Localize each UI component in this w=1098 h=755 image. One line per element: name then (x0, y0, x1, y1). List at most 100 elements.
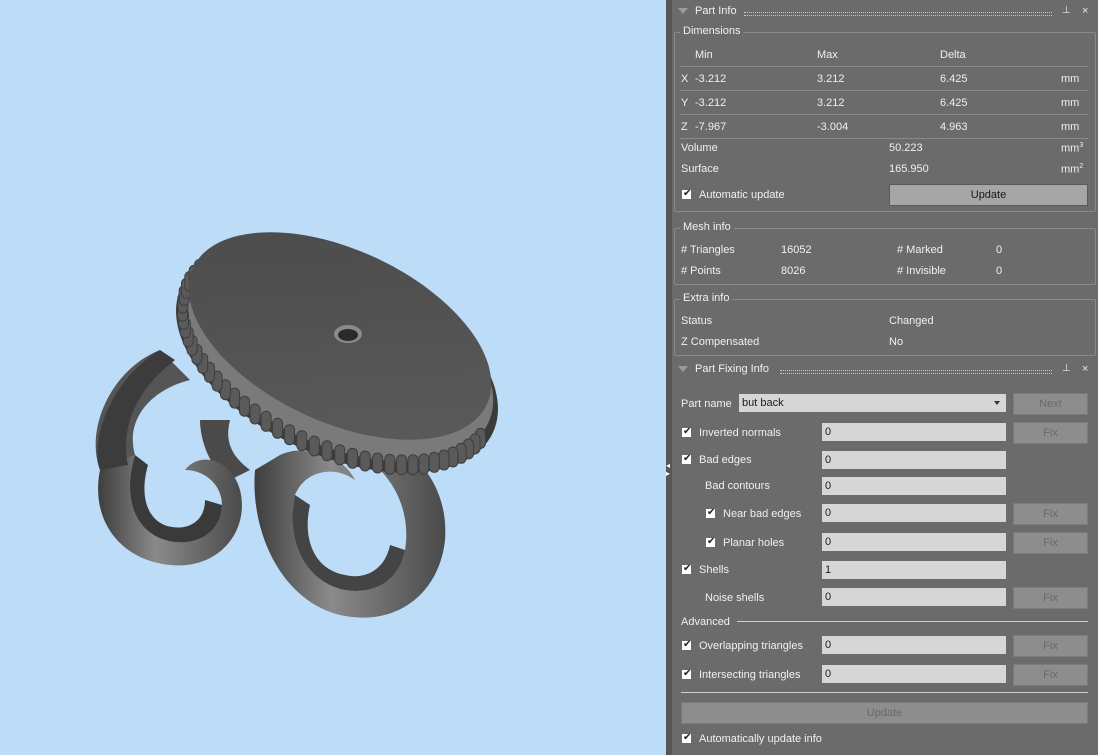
part-fixing-titlebar[interactable]: Part Fixing Info ⊥ × (672, 360, 1098, 380)
knurl-ridge (438, 449, 450, 471)
automatically-update-info-label: Automatically update info (699, 733, 822, 745)
z-unit: mm (1061, 121, 1080, 133)
update-button[interactable]: Update (889, 184, 1088, 206)
status-value: Changed (889, 315, 934, 327)
pin-icon[interactable]: ⊥ (1062, 5, 1072, 17)
bad-edges-field[interactable]: 0 (822, 451, 1006, 469)
planar-holes-field[interactable]: 0 (822, 533, 1006, 551)
intersecting-triangles-field[interactable]: 0 (822, 665, 1006, 683)
points-value: 8026 (781, 265, 806, 277)
bad-edges-label: Bad edges (699, 454, 752, 466)
divider (680, 138, 1088, 139)
overlapping-triangles-field[interactable]: 0 (822, 636, 1006, 654)
intersecting-triangles-label: Intersecting triangles (699, 669, 801, 681)
intersecting-triangles-checkbox[interactable] (681, 668, 692, 680)
fix-overlapping-button[interactable]: Fix (1013, 635, 1088, 657)
knurl-ridge (260, 410, 272, 432)
close-icon[interactable]: × (1082, 363, 1092, 375)
drag-handle[interactable] (744, 12, 1052, 16)
automatically-update-info-checkbox[interactable] (681, 732, 692, 744)
y-unit: mm (1061, 97, 1080, 109)
header-max: Max (817, 49, 838, 61)
knurl-ridge (359, 450, 371, 472)
inverted-normals-checkbox[interactable] (681, 426, 692, 438)
planar-holes-checkbox[interactable] (705, 536, 716, 548)
noise-shells-field[interactable]: 0 (822, 588, 1006, 606)
y-max: 3.212 (817, 97, 845, 109)
x-min: -3.212 (695, 73, 727, 85)
z-min: -7.967 (695, 121, 727, 133)
dimensions-legend: Dimensions (680, 25, 744, 37)
near-bad-edges-checkbox[interactable] (705, 507, 716, 519)
points-label: # Points (681, 265, 721, 277)
marked-value: 0 (996, 244, 1003, 256)
knurl-ridge (334, 444, 346, 466)
knurl-ridge (418, 453, 430, 475)
drag-handle[interactable] (780, 370, 1052, 374)
part-fixing-title: Part Fixing Info (695, 363, 769, 375)
surface-unit: mm2 (1061, 163, 1084, 176)
ring-model (95, 232, 498, 618)
knurl-ridge (396, 454, 408, 476)
volume-value: 50.223 (889, 142, 923, 154)
close-icon[interactable]: × (1082, 5, 1092, 17)
knurl-ridge (239, 395, 250, 417)
automatic-update-checkbox[interactable] (681, 188, 692, 200)
surface-value: 165.950 (889, 163, 929, 175)
fix-near-bad-edges-button[interactable]: Fix (1013, 503, 1088, 525)
inverted-normals-field[interactable]: 0 (822, 423, 1006, 441)
knurl-ridge (308, 435, 320, 457)
knurl-ridge (284, 424, 295, 446)
invisible-label: # Invisible (897, 265, 946, 277)
fix-noise-shells-button[interactable]: Fix (1013, 587, 1088, 609)
triangles-label: # Triangles (681, 244, 735, 256)
knurl-ridge (347, 447, 358, 469)
surface-label: Surface (681, 163, 719, 175)
fix-inverted-normals-button[interactable]: Fix (1013, 422, 1088, 444)
knurl-ridge (372, 452, 384, 474)
collapse-arrow-icon[interactable] (678, 366, 688, 372)
z-compensated-value: No (889, 336, 904, 348)
mesh-info-legend: Mesh info (680, 221, 734, 233)
mesh-info-group: Mesh info (674, 221, 1096, 285)
advanced-divider (737, 621, 1088, 622)
part-name-select[interactable]: but back (739, 394, 1006, 412)
overlapping-triangles-checkbox[interactable] (681, 639, 692, 651)
near-bad-edges-field[interactable]: 0 (822, 504, 1006, 522)
z-max: -3.004 (817, 121, 849, 133)
fix-planar-holes-button[interactable]: Fix (1013, 532, 1088, 554)
triangles-value: 16052 (781, 244, 812, 256)
update-info-button[interactable]: Update (681, 702, 1088, 724)
advanced-label: Advanced (681, 616, 730, 628)
volume-unit: mm3 (1061, 142, 1084, 155)
header-min: Min (695, 49, 713, 61)
fix-intersecting-button[interactable]: Fix (1013, 664, 1088, 686)
knurl-ridge (296, 430, 308, 452)
3d-viewport[interactable] (0, 0, 666, 755)
volume-label: Volume (681, 142, 718, 154)
collapse-arrow-icon[interactable] (678, 8, 688, 14)
x-max: 3.212 (817, 73, 845, 85)
part-name-label: Part name (681, 398, 732, 410)
part-name-value: but back (742, 397, 784, 409)
shells-checkbox[interactable] (681, 563, 692, 575)
x-delta: 6.425 (940, 73, 968, 85)
knurl-ridge (249, 403, 261, 425)
side-panel: Part Info ⊥ × Dimensions Min Max Delta X… (672, 0, 1098, 755)
shells-field[interactable]: 1 (822, 561, 1006, 579)
bad-contours-field[interactable]: 0 (822, 477, 1006, 495)
chevron-down-icon (994, 401, 1000, 405)
invisible-value: 0 (996, 265, 1003, 277)
bad-edges-checkbox[interactable] (681, 453, 692, 465)
bad-contours-label: Bad contours (705, 480, 770, 492)
extra-info-legend: Extra info (680, 292, 733, 304)
part-info-titlebar[interactable]: Part Info ⊥ × (672, 2, 1098, 22)
header-delta: Delta (940, 49, 966, 61)
overlapping-triangles-label: Overlapping triangles (699, 640, 803, 652)
pin-icon[interactable]: ⊥ (1062, 363, 1072, 375)
next-button[interactable]: Next (1013, 393, 1088, 415)
inverted-normals-label: Inverted normals (699, 427, 781, 439)
knurl-ridge (407, 454, 419, 476)
divider (680, 66, 1088, 67)
shells-label: Shells (699, 564, 729, 576)
